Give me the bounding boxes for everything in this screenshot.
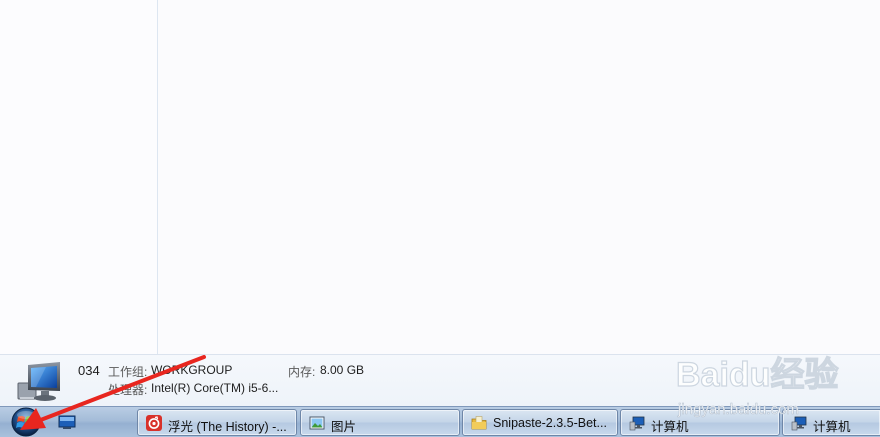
- watermark-url: jingyan.baidu.com: [677, 401, 799, 418]
- computer-icon: [629, 416, 645, 431]
- taskbar-button-label: Snipaste-2.3.5-Bet...: [493, 416, 607, 430]
- taskbar-button-music[interactable]: 浮光 (The History) -...: [137, 409, 297, 436]
- start-orb-icon[interactable]: [8, 407, 44, 437]
- taskbar-button-label: 计算机: [813, 420, 851, 434]
- memory-label: 内存:: [288, 365, 316, 379]
- workgroup-value: WORKGROUP: [151, 363, 233, 377]
- baidu-watermark-logo: Baidu经验 jingyan.baidu.com: [675, 354, 839, 418]
- explorer-window: [0, 0, 880, 354]
- file-list-pane[interactable]: [159, 0, 880, 354]
- computer-icon: [17, 362, 60, 401]
- folder-icon: [471, 416, 487, 430]
- taskbar-button-label: 计算机: [651, 420, 689, 434]
- navigation-pane[interactable]: [0, 0, 158, 354]
- taskbar-button-snipaste[interactable]: Snipaste-2.3.5-Bet...: [462, 409, 618, 436]
- workgroup-label: 工作组:: [108, 365, 148, 379]
- processor-label: 处理器:: [108, 383, 148, 397]
- show-desktop-icon[interactable]: [56, 413, 78, 431]
- netease-music-icon: [146, 415, 162, 431]
- picture-viewer-icon: [309, 416, 325, 430]
- taskbar-button-pictures[interactable]: 图片: [300, 409, 460, 436]
- taskbar-button-label: 浮光 (The History) -...: [168, 420, 287, 434]
- taskbar-button-label: 图片: [331, 420, 357, 434]
- processor-value: Intel(R) Core(TM) i5-6...: [151, 381, 279, 395]
- computer-name: 034: [78, 363, 100, 378]
- watermark-brand: Baidu经验: [676, 355, 838, 394]
- memory-value: 8.00 GB: [320, 363, 365, 377]
